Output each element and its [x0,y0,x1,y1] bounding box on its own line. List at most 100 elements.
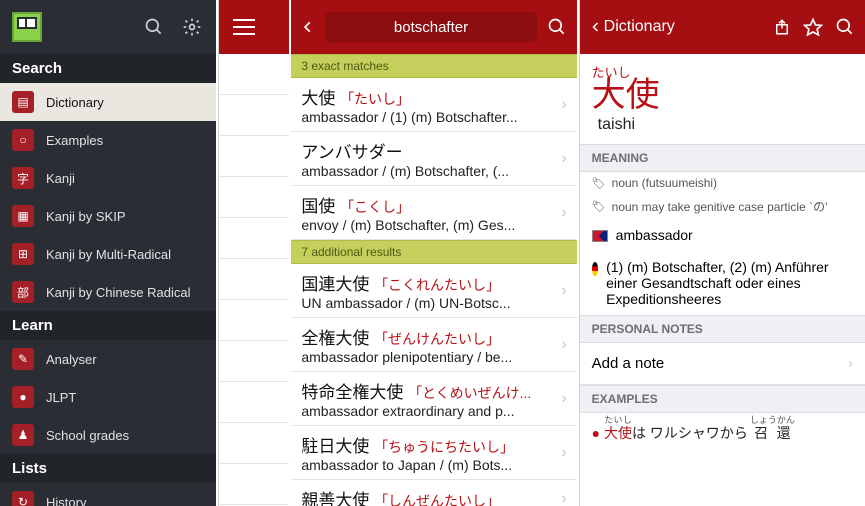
sidebar-item-label: School grades [46,428,204,443]
pos-tag: noun may take genitive case particle `の' [580,194,865,219]
sidebar-item-kanji-multiradical[interactable]: ⊞Kanji by Multi-Radical [0,235,216,273]
result-row[interactable]: 国連大使 「こくれんたいし」 UN ambassador / (m) UN-Bot… [291,264,576,318]
search-query: botschafter [394,19,468,36]
sidebar-item-label: JLPT [46,390,204,405]
definition-text: (1) (m) Botschafter, (2) (m) Anführer ei… [606,259,853,307]
result-headword: 大使 [301,89,335,108]
result-row[interactable]: 親善大使 「しんぜんたいし」› [291,480,576,506]
sidebar-item-analyser[interactable]: ✎ Analyser [0,340,216,378]
result-row[interactable]: 特命全権大使 「とくめいぜんけ... ambassador extraordina… [291,372,576,426]
back-button[interactable]: Dictionary [590,17,675,37]
section-header-lists: Lists [0,454,216,483]
result-row[interactable]: アンバサダー ambassador / (m) Botschafter, (..… [291,132,576,186]
search-icon[interactable] [547,17,567,37]
results-band-exact: 3 exact matches [291,54,576,78]
sidebar-item-examples[interactable]: ○ Examples [0,121,216,159]
chevron-right-icon: › [555,390,566,408]
qr-icon[interactable] [12,12,42,42]
chevron-right-icon: › [555,282,566,300]
example-word: 大使 [604,425,632,441]
star-icon[interactable] [803,17,823,37]
chevron-right-icon: › [555,96,566,114]
chevron-right-icon: › [848,355,853,372]
result-row[interactable]: 国使 「こくし」envoy / (m) Botschafter, (m) Ges… [291,186,576,240]
flag-uk-icon [592,230,608,242]
search-icon[interactable] [835,17,855,37]
back-label: Dictionary [604,18,675,36]
sidebar-item-schoolgrades[interactable]: ♟ School grades [0,416,216,454]
dictionary-icon: ▤ [12,91,34,113]
hamburger-icon[interactable] [233,19,255,35]
schoolgrades-icon: ♟ [12,424,34,446]
result-sub: UN ambassador / (m) UN-Botsc... [301,295,555,311]
chevron-right-icon: › [555,444,566,462]
history-icon: ↻ [12,491,34,506]
result-kana: 「こくれんたいし」 [374,277,500,293]
result-sub: ambassador extraordinary and p... [301,403,555,419]
search-input[interactable]: botschafter [325,12,536,42]
result-headword: 駐日大使 [301,437,369,456]
sidebar-item-kanji-skip[interactable]: ▦ Kanji by SKIP [0,197,216,235]
sidebar-item-dictionary[interactable]: ▤ Dictionary [0,83,216,121]
section-header-learn: Learn [0,311,216,340]
sidebar-item-label: Kanji by Multi-Radical [46,247,204,262]
share-icon[interactable] [773,17,791,37]
section-header-examples: EXAMPLES [580,385,865,413]
flag-de-icon [592,262,598,276]
result-kana: 「ぜんけんたいし」 [374,331,500,347]
results-band-more: 7 additional results [291,240,576,264]
result-kana: 「とくめいぜんけ... [408,385,531,401]
result-row[interactable]: 大使 「たいし」 ambassador / (1) (m) Botschafter… [291,78,576,132]
jlpt-icon: ● [12,386,34,408]
section-header-search: Search [0,54,216,83]
chevron-left-icon[interactable] [301,17,315,37]
sidebar-item-jlpt[interactable]: ● JLPT [0,378,216,416]
result-sub: ambassador / (m) Botschafter, (... [301,163,555,179]
add-note-label: Add a note [592,355,665,372]
section-header-meaning: MEANING [580,144,865,172]
sidebar-item-label: Kanji by SKIP [46,209,204,224]
pos-tag: noun (futsuumeishi) [580,172,865,194]
chevron-right-icon: › [555,150,566,168]
sidebar-item-kanji-chineseradical[interactable]: 部 Kanji by Chinese Radical [0,273,216,311]
result-row[interactable]: 全権大使 「ぜんけんたいし」 ambassador plenipotentiary… [291,318,576,372]
sidebar-item-label: Kanji by Chinese Radical [46,285,204,300]
example-sentence[interactable]: ● 大使たいしは ワルシャワから 召還しょうかん [580,413,865,453]
sidebar-item-label: Examples [46,133,204,148]
chineseradical-icon: 部 [12,281,34,303]
chevron-right-icon: › [555,204,566,222]
examples-icon: ○ [12,129,34,151]
result-kana: 「たいし」 [340,91,410,107]
analyser-icon: ✎ [12,348,34,370]
search-icon[interactable] [144,17,164,37]
result-headword: アンバサダー [301,143,402,162]
example-text: は ワルシャワから [632,425,748,441]
skip-icon: ▦ [12,205,34,227]
entry-headword: 大使 [592,77,853,114]
sidebar-item-label: Dictionary [46,95,204,110]
chevron-right-icon: › [555,490,566,506]
sidebar-item-history[interactable]: ↻ History [0,483,216,506]
definition-row: ambassador [580,219,865,251]
result-headword: 国使 [301,197,335,216]
result-headword: 特命全権大使 [301,383,403,402]
entry-romaji: taishi [598,116,853,134]
sidebar-item-label: Kanji [46,171,204,186]
gear-icon[interactable] [182,17,202,37]
result-kana: 「こくし」 [340,199,410,215]
definition-text: ambassador [616,227,693,243]
result-row[interactable]: 駐日大使 「ちゅうにちたいし」ambassador to Japan / (m)… [291,426,576,480]
sidebar-item-label: History [46,495,204,506]
result-headword: 全権大使 [301,329,369,348]
kanji-icon: 字 [12,167,34,189]
result-headword: 国連大使 [301,275,369,294]
example-word: 召還 [750,425,795,441]
result-sub: ambassador to Japan / (m) Bots... [301,457,555,473]
add-note-button[interactable]: Add a note › [580,343,865,385]
definition-row: (1) (m) Botschafter, (2) (m) Anführer ei… [580,251,865,315]
sidebar-item-kanji[interactable]: 字 Kanji [0,159,216,197]
result-sub: ambassador plenipotentiary / be... [301,349,555,365]
section-header-notes: PERSONAL NOTES [580,315,865,343]
result-sub: ambassador / (1) (m) Botschafter... [301,109,555,125]
sidebar-item-label: Analyser [46,352,204,367]
